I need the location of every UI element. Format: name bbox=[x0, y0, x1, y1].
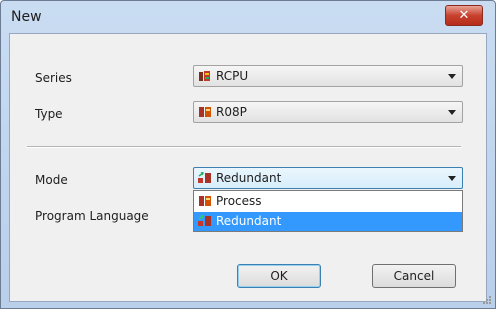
close-button[interactable]: ✕ bbox=[445, 5, 483, 26]
mode-option-redundant[interactable]: Redundant bbox=[194, 212, 462, 231]
mode-label: Mode bbox=[35, 173, 68, 187]
series-label: Series bbox=[35, 71, 72, 85]
redundant-icon bbox=[198, 172, 211, 183]
resize-grip-icon[interactable] bbox=[483, 296, 491, 304]
process-cpu-icon bbox=[199, 196, 211, 206]
type-label: Type bbox=[35, 107, 63, 121]
rcpu-chip-icon bbox=[199, 71, 210, 81]
chevron-down-icon bbox=[448, 74, 456, 79]
type-value: R08P bbox=[216, 105, 247, 119]
new-project-dialog: New ✕ Series RCPU Type R08P Mode Redunda… bbox=[0, 0, 496, 309]
redundant-icon bbox=[198, 215, 211, 226]
mode-value: Redundant bbox=[216, 171, 282, 185]
mode-option-label: Process bbox=[216, 194, 262, 208]
type-combobox[interactable]: R08P bbox=[193, 101, 463, 123]
mode-combobox[interactable]: Redundant bbox=[193, 167, 463, 189]
series-value: RCPU bbox=[216, 69, 249, 83]
cancel-button[interactable]: Cancel bbox=[372, 264, 456, 288]
chevron-down-icon bbox=[448, 176, 456, 181]
ok-button[interactable]: OK bbox=[237, 264, 321, 288]
dialog-title: New bbox=[11, 9, 42, 25]
mode-option-label: Redundant bbox=[216, 214, 282, 228]
mode-dropdown-list: Process Redundant bbox=[193, 190, 463, 232]
process-cpu-icon bbox=[199, 107, 211, 117]
close-icon: ✕ bbox=[458, 8, 470, 23]
mode-option-process[interactable]: Process bbox=[194, 192, 462, 211]
chevron-down-icon bbox=[448, 110, 456, 115]
section-divider bbox=[27, 146, 461, 148]
series-combobox[interactable]: RCPU bbox=[193, 65, 463, 87]
title-bar[interactable]: New ✕ bbox=[1, 1, 495, 33]
program-language-label: Program Language bbox=[35, 209, 149, 223]
